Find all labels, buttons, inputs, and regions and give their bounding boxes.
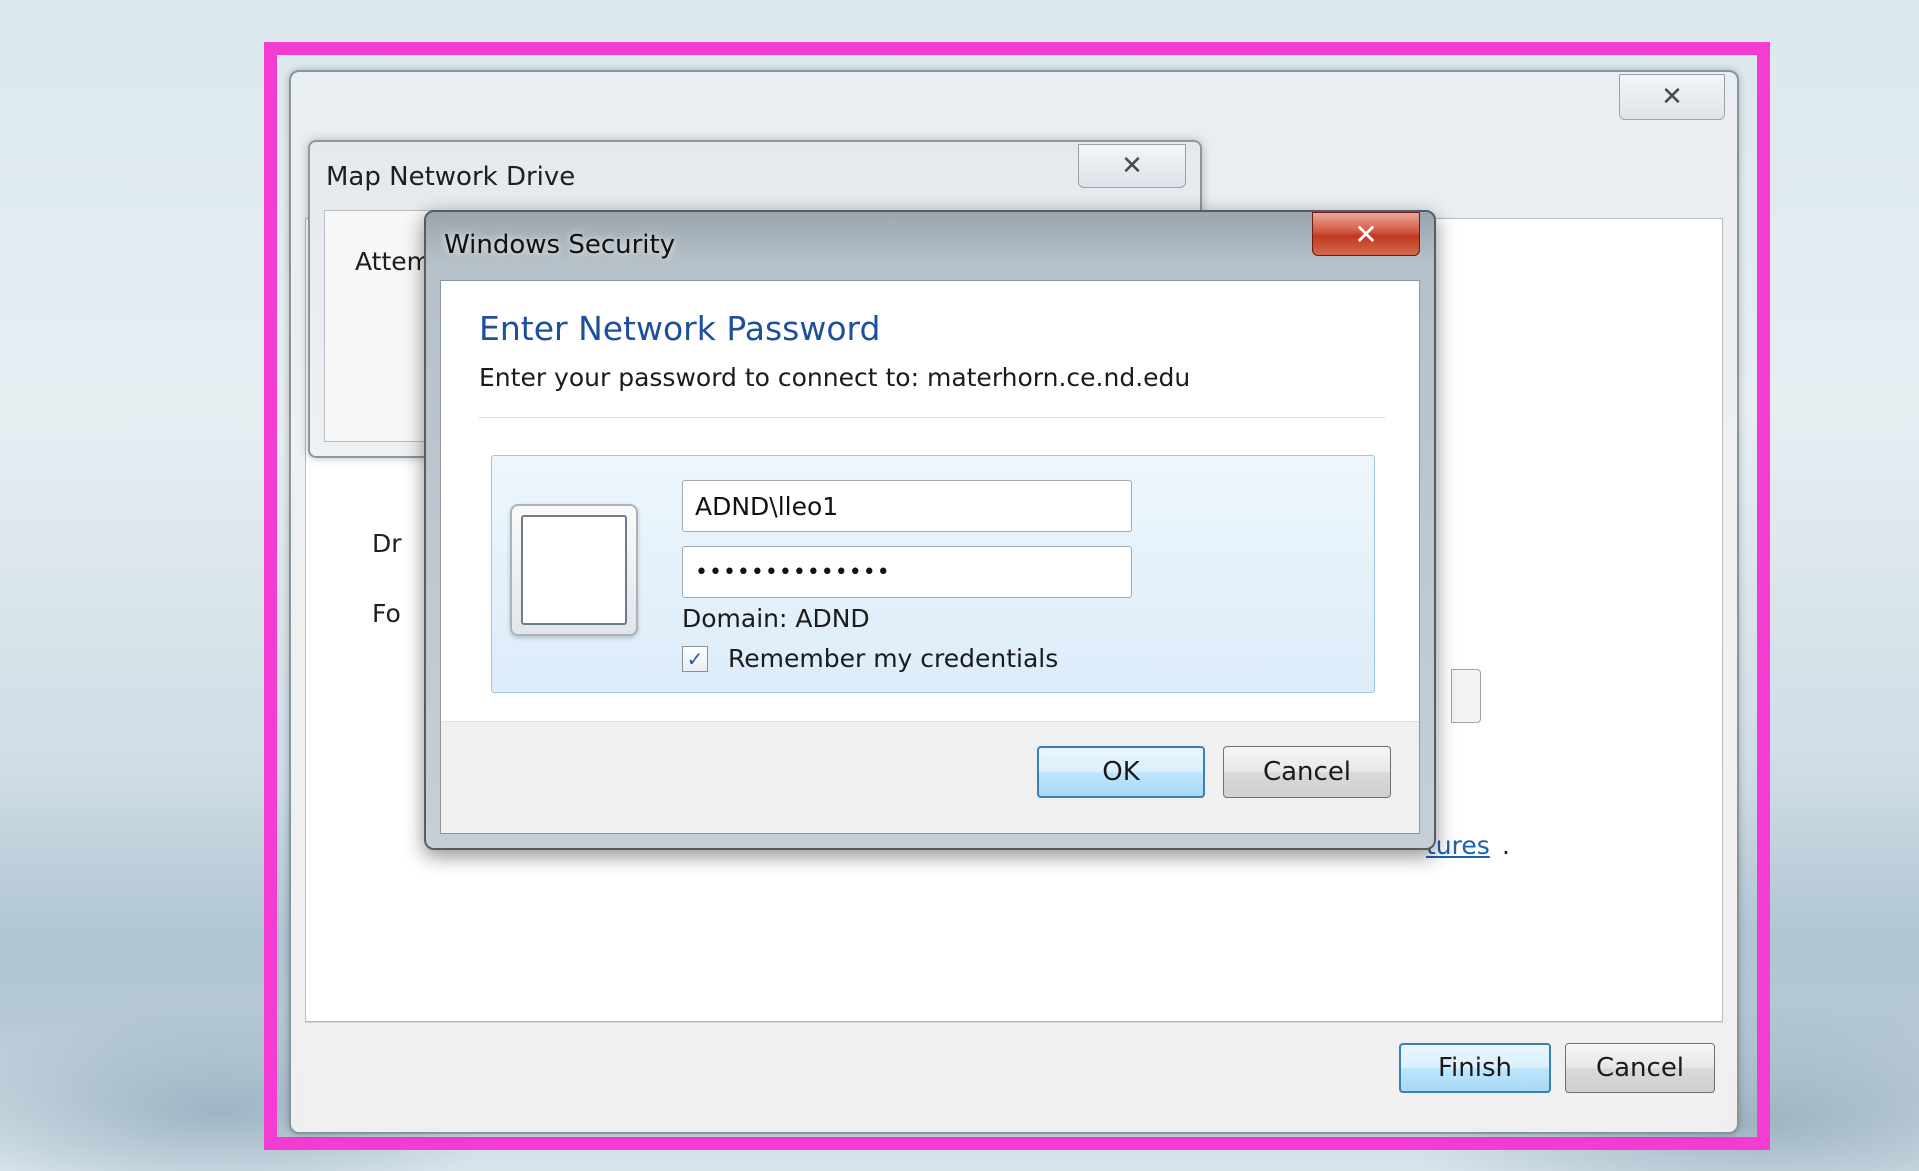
- mapdrive-title: Map Network Drive: [326, 162, 576, 192]
- credential-tile[interactable]: Domain: ADND ✓ Remember my credentials: [491, 455, 1375, 693]
- checkmark-icon: ✓: [686, 647, 704, 671]
- domain-label: Domain: ADND: [682, 604, 870, 633]
- dialog-footer: OK Cancel: [441, 721, 1419, 833]
- close-icon: ✕: [1121, 151, 1143, 181]
- password-field[interactable]: [682, 546, 1132, 598]
- ok-button[interactable]: OK: [1037, 746, 1205, 798]
- wizard-cancel-button[interactable]: Cancel: [1565, 1043, 1715, 1093]
- remember-credentials-checkbox[interactable]: ✓: [682, 646, 708, 672]
- winsec-title: Windows Security: [444, 230, 676, 260]
- mapdrive-status-text: Attem: [355, 247, 432, 276]
- dialog-heading: Enter Network Password: [479, 309, 881, 348]
- dialog-subtitle: Enter your password to connect to: mater…: [479, 363, 1191, 392]
- remember-credentials-label[interactable]: Remember my credentials: [728, 644, 1058, 673]
- drive-label: Dr: [372, 529, 402, 558]
- username-field[interactable]: [682, 480, 1132, 532]
- wizard-footer: Finish Cancel: [305, 1022, 1723, 1122]
- winsec-client-area: Enter Network Password Enter your passwo…: [440, 280, 1420, 834]
- folder-label: Fo: [372, 599, 401, 628]
- cancel-button[interactable]: Cancel: [1223, 746, 1391, 798]
- user-picture-frame: [521, 515, 627, 625]
- separator: [479, 417, 1385, 418]
- wizard-close-button[interactable]: ✕: [1619, 74, 1725, 120]
- close-icon: ✕: [1661, 82, 1683, 112]
- link-period: .: [1502, 831, 1510, 860]
- user-picture-icon: [510, 504, 638, 636]
- winsec-close-button[interactable]: ✕: [1312, 212, 1420, 256]
- windows-security-dialog: Windows Security ✕ Enter Network Passwor…: [424, 210, 1436, 850]
- finish-button[interactable]: Finish: [1399, 1043, 1551, 1093]
- browse-button[interactable]: [1451, 669, 1481, 723]
- close-icon: ✕: [1354, 217, 1378, 251]
- mapdrive-close-button[interactable]: ✕: [1078, 144, 1186, 188]
